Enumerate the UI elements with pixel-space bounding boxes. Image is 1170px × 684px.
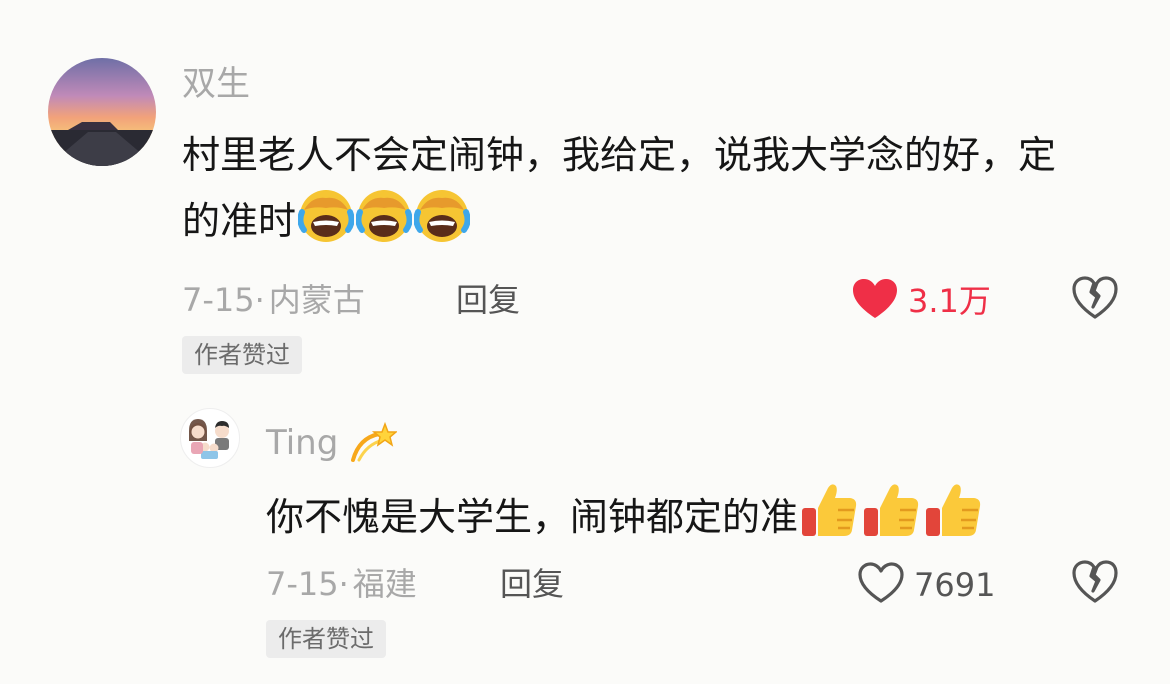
heart-filled-icon bbox=[852, 278, 898, 324]
broken-heart-icon bbox=[1072, 276, 1118, 324]
comment-date: 7-15· bbox=[182, 281, 265, 319]
thumbs-up-emoji-icon bbox=[800, 480, 860, 560]
family-cartoon-avatar-image bbox=[189, 419, 229, 459]
sunset-avatar-image bbox=[48, 58, 156, 166]
like-button[interactable]: 3.1万 bbox=[852, 278, 991, 324]
dizzy-emoji-icon bbox=[349, 420, 399, 473]
avatar[interactable] bbox=[180, 408, 240, 468]
username[interactable]: 双生 bbox=[182, 64, 250, 104]
comment-meta: 7-15· 福建 bbox=[266, 564, 417, 604]
broken-heart-icon bbox=[1072, 560, 1118, 608]
laughing-crying-emoji-icon bbox=[297, 188, 355, 264]
avatar[interactable] bbox=[48, 58, 156, 166]
thumbs-up-emoji-icon bbox=[862, 480, 922, 560]
comment-text-content: 你不愧是大学生，闹钟都定的准 bbox=[266, 495, 799, 539]
username[interactable]: Ting bbox=[266, 420, 399, 473]
comment-meta: 7-15· 内蒙古 bbox=[182, 280, 365, 320]
username-text: Ting bbox=[266, 423, 339, 463]
laughing-crying-emoji-icon bbox=[355, 188, 413, 264]
dislike-button[interactable] bbox=[1072, 276, 1118, 324]
author-liked-badge: 作者赞过 bbox=[266, 620, 386, 658]
comment-location: 内蒙古 bbox=[268, 281, 365, 319]
comment-date: 7-15· bbox=[266, 565, 349, 603]
like-count: 7691 bbox=[914, 566, 996, 604]
comment-location: 福建 bbox=[352, 565, 417, 603]
reply-button[interactable]: 回复 bbox=[500, 564, 564, 604]
heart-outline-icon bbox=[858, 562, 904, 608]
like-button[interactable]: 7691 bbox=[858, 562, 995, 608]
dislike-button[interactable] bbox=[1072, 560, 1118, 608]
author-liked-badge: 作者赞过 bbox=[182, 336, 302, 374]
laughing-crying-emoji-icon bbox=[413, 188, 471, 264]
comment-text: 村里老人不会定闹钟，我给定，说我大学念的好，定的准时 bbox=[182, 122, 1082, 264]
thumbs-up-emoji-icon bbox=[924, 480, 984, 560]
comment-text: 你不愧是大学生，闹钟都定的准 bbox=[266, 480, 1146, 560]
like-count: 3.1万 bbox=[908, 282, 991, 320]
reply-button[interactable]: 回复 bbox=[456, 280, 520, 320]
